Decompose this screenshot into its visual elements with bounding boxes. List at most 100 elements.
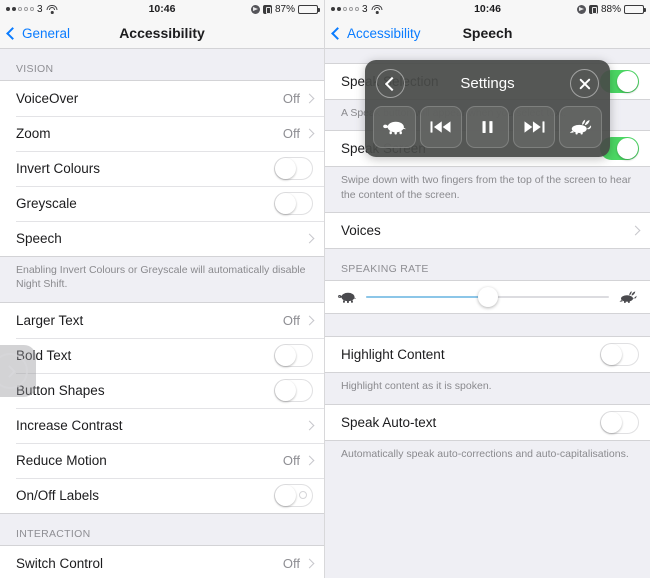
back-button-general[interactable]: General <box>0 26 70 41</box>
speaking-rate-track[interactable] <box>366 287 609 308</box>
row-label: Invert Colours <box>16 161 101 176</box>
row-label: On/Off Labels <box>16 487 100 503</box>
row-speech[interactable]: Speech <box>0 221 324 256</box>
controller-title: Settings <box>460 75 515 92</box>
pause-icon <box>482 121 493 133</box>
row-label: Button Shapes <box>16 382 105 398</box>
row-label: Voices <box>341 223 381 239</box>
row-larger-text[interactable]: Larger Text Off <box>0 302 324 338</box>
toggle-greyscale[interactable] <box>274 192 313 215</box>
row-value: Off <box>282 312 300 328</box>
chevron-right-icon <box>304 455 315 466</box>
section-header-speaking-rate: SPEAKING RATE <box>325 249 650 281</box>
left-status-bar: 3 10:46 87% <box>0 0 324 18</box>
toggle-speak-auto-text[interactable] <box>600 410 639 434</box>
rotation-lock-icon <box>588 4 598 14</box>
assistive-touch-button[interactable] <box>0 345 36 397</box>
back-button-accessibility[interactable]: Accessibility <box>325 26 421 41</box>
row-switch-control[interactable]: Switch Control Off <box>0 545 324 578</box>
row-label: Speak Auto-text <box>341 414 437 430</box>
pause-button[interactable] <box>466 106 509 148</box>
row-voices[interactable]: Voices <box>325 213 650 249</box>
row-increase-contrast[interactable]: Increase Contrast <box>0 407 324 443</box>
chevron-right-icon <box>630 226 641 236</box>
slow-rate-button[interactable] <box>373 106 416 148</box>
back-button-label: General <box>22 25 71 41</box>
footnote-night-shift: Enabling Invert Colours or Greyscale wil… <box>0 257 324 302</box>
row-on-off-labels[interactable]: On/Off Labels <box>0 477 324 513</box>
status-right-group: 88% <box>576 3 646 15</box>
toggle-invert-colours[interactable] <box>274 157 313 180</box>
turtle-icon <box>337 289 357 305</box>
speak-screen-controller[interactable]: Settings <box>365 60 610 157</box>
chevron-right-icon <box>304 420 315 431</box>
section-header-interaction: INTERACTION <box>0 513 324 545</box>
fast-rate-button[interactable] <box>559 106 602 148</box>
controller-header: Settings <box>373 68 602 106</box>
row-label: Highlight Content <box>341 347 445 363</box>
section-header-vision: VISION <box>0 49 324 80</box>
row-label: Zoom <box>16 126 51 141</box>
toggle-highlight-content[interactable] <box>600 343 639 367</box>
row-label: Bold Text <box>16 347 72 363</box>
highlight-content-group: Highlight Content <box>325 336 650 374</box>
row-highlight-content[interactable]: Highlight Content <box>325 337 650 373</box>
turtle-icon <box>382 121 406 135</box>
row-label: Switch Control <box>16 555 104 571</box>
chevron-right-icon <box>304 233 315 244</box>
toggle-bold-text[interactable] <box>274 343 313 367</box>
row-invert-colours[interactable]: Invert Colours <box>0 151 324 186</box>
row-speak-auto-text[interactable]: Speak Auto-text <box>325 404 650 440</box>
fast-forward-button[interactable] <box>512 106 556 148</box>
row-label: VoiceOver <box>16 91 79 106</box>
footnote-highlight-content: Highlight content as it is spoken. <box>325 373 650 404</box>
row-bold-text[interactable]: Bold Text <box>0 337 324 373</box>
row-label: Larger Text <box>16 312 84 328</box>
chevron-right-icon <box>304 558 315 569</box>
rotation-lock-icon <box>262 4 272 14</box>
location-arrow-icon <box>250 4 260 14</box>
right-phone-screen: 3 10:46 88% Accessibility Speech Speak A… <box>325 0 650 578</box>
row-value: Off <box>282 555 300 571</box>
row-value: Off <box>282 91 300 106</box>
battery-percent-label: 88% <box>600 3 621 15</box>
close-x-icon <box>578 77 592 91</box>
controller-button-row <box>373 106 602 148</box>
rewind-icon <box>430 121 451 133</box>
row-reduce-motion[interactable]: Reduce Motion Off <box>0 442 324 478</box>
off-label-icon <box>299 491 307 500</box>
chevron-right-icon <box>304 93 315 104</box>
speak-auto-text-group: Speak Auto-text <box>325 403 650 441</box>
location-arrow-icon <box>576 4 586 14</box>
text-display-group: Larger Text Off Bold Text Button Shapes … <box>0 301 324 514</box>
toggle-button-shapes[interactable] <box>274 378 313 402</box>
row-greyscale[interactable]: Greyscale <box>0 186 324 221</box>
fast-forward-icon <box>524 121 545 133</box>
row-voiceover[interactable]: VoiceOver Off <box>0 81 324 116</box>
chevron-right-icon <box>304 128 315 139</box>
row-value: Off <box>282 452 300 468</box>
row-label: Speech <box>16 231 62 246</box>
footnote-speak-auto-text: Automatically speak auto-corrections and… <box>325 440 650 472</box>
status-right-group: 87% <box>250 3 320 15</box>
rabbit-icon <box>570 119 592 135</box>
battery-percent-label: 87% <box>274 3 295 15</box>
speaking-rate-fill <box>366 296 488 299</box>
toggle-on-off-labels[interactable] <box>274 483 313 507</box>
row-button-shapes[interactable]: Button Shapes <box>0 372 324 408</box>
dual-screenshot: 3 10:46 87% General Accessibility VISION <box>0 0 650 578</box>
left-phone-screen: 3 10:46 87% General Accessibility VISION <box>0 0 325 578</box>
row-zoom[interactable]: Zoom Off <box>0 116 324 151</box>
speaking-rate-slider-row <box>325 280 650 315</box>
row-label: Increase Contrast <box>16 417 123 433</box>
right-status-bar: 3 10:46 88% <box>325 0 650 18</box>
speaking-rate-thumb[interactable] <box>477 287 498 308</box>
battery-icon <box>298 4 320 14</box>
chevron-right-icon <box>304 315 315 326</box>
voices-group: Voices <box>325 212 650 250</box>
spacer <box>325 314 650 337</box>
back-button-label: Accessibility <box>347 25 421 41</box>
accessibility-list: VISION VoiceOver Off Zoom Off Invert Col… <box>0 49 324 578</box>
rewind-button[interactable] <box>419 106 463 148</box>
vision-group: VoiceOver Off Zoom Off Invert Colours Gr… <box>0 80 324 257</box>
